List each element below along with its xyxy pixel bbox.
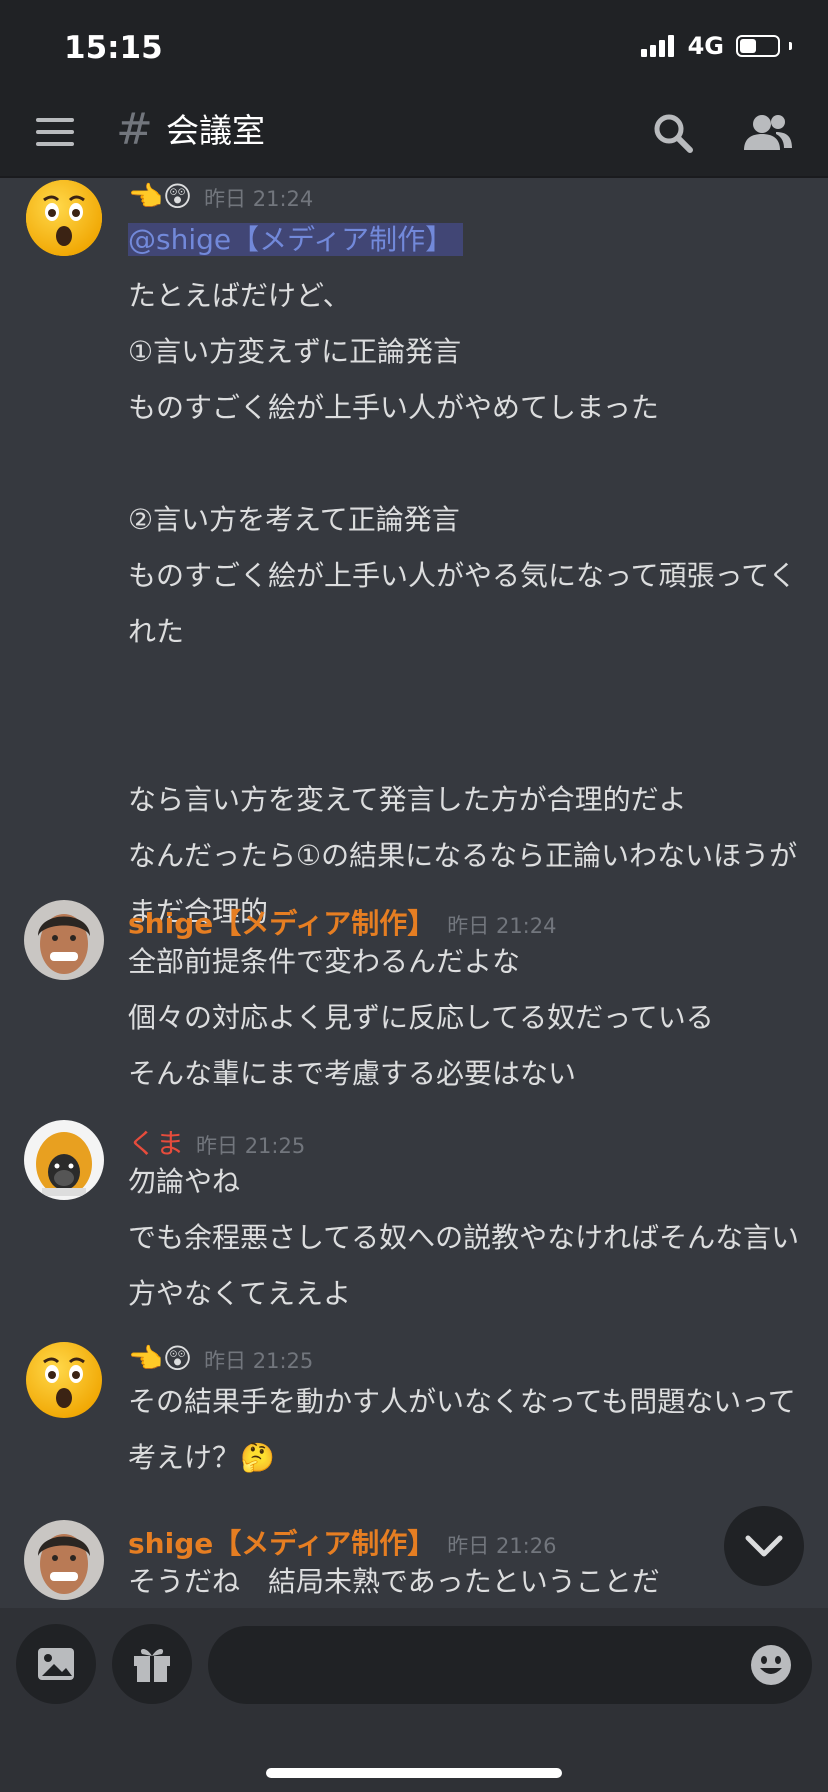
- message-text: 全部前提条件で変わるんだよな 個々の対応よく見ずに反応してる奴だっている そんな…: [128, 945, 714, 1090]
- shige-avatar[interactable]: [24, 900, 104, 980]
- message-composer: [0, 1608, 828, 1792]
- message-text: 勿論やね でも余程悪さしてる奴への説教やなければそんな言い方やなくてええよ: [128, 1165, 800, 1310]
- astonished-face-icon[interactable]: [24, 1340, 104, 1420]
- chevron-down-icon[interactable]: [724, 1506, 804, 1586]
- hamburger-icon[interactable]: [36, 118, 74, 150]
- status-bar: 15:15 4G: [0, 0, 828, 92]
- message-header: 👈😲 昨日 21:24: [128, 180, 313, 213]
- timestamp: 昨日 21:25: [204, 1349, 314, 1373]
- user-mention[interactable]: @shige【メディア制作】: [128, 223, 464, 256]
- kuma-avatar[interactable]: [24, 1120, 104, 1200]
- channel-name: 会議室: [166, 111, 265, 150]
- channel-header: # 会議室: [0, 92, 828, 178]
- message-list[interactable]: 👈😲 昨日 21:24 @shige【メディア制作】 たとえばだけど、 ①言い方…: [0, 178, 828, 1608]
- message-input[interactable]: [208, 1626, 812, 1704]
- battery-tip: [789, 42, 792, 50]
- battery-icon: [736, 35, 780, 57]
- mention-wrapper: @shige【メディア制作】: [128, 220, 464, 260]
- status-indicators: 4G: [640, 32, 792, 60]
- timestamp: 昨日 21:24: [204, 187, 314, 211]
- username[interactable]: 👈😲: [128, 1342, 192, 1375]
- search-icon[interactable]: [650, 110, 696, 156]
- message-text: たとえばだけど、 ①言い方変えずに正論発言 ものすごく絵が上手い人がやめてしまっ…: [128, 279, 798, 928]
- gift-icon[interactable]: [112, 1624, 192, 1704]
- status-time: 15:15: [64, 30, 163, 66]
- message-text: その結果手を動かす人がいなくなっても問題ないって考えけ？🤔: [128, 1385, 796, 1474]
- message-header: 👈😲 昨日 21:25: [128, 1342, 313, 1375]
- message-text: そうだね 結局未熟であったということだ: [128, 1565, 660, 1598]
- home-indicator[interactable]: [266, 1768, 562, 1778]
- hash-icon: #: [116, 104, 153, 155]
- members-icon[interactable]: [740, 110, 796, 156]
- signal-icon: [640, 35, 674, 57]
- username[interactable]: 👈😲: [128, 180, 192, 213]
- image-icon[interactable]: [16, 1624, 96, 1704]
- emoji-icon[interactable]: [750, 1644, 792, 1686]
- astonished-face-icon[interactable]: [24, 178, 104, 258]
- shige-avatar[interactable]: [24, 1520, 104, 1600]
- network-type: 4G: [687, 32, 724, 60]
